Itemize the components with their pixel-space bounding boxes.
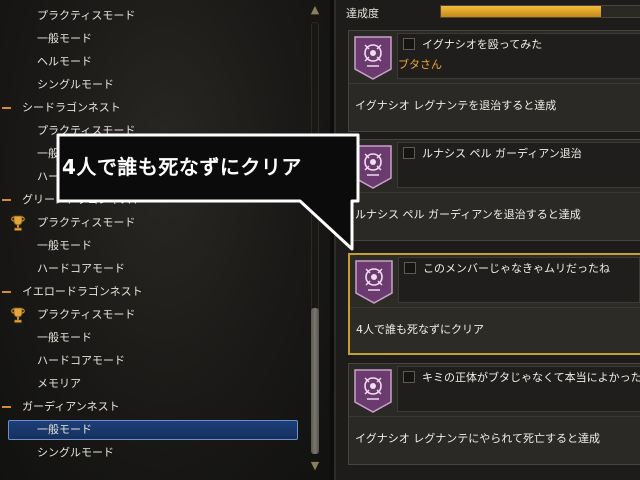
tree-item-label: ハードコアモード xyxy=(37,354,125,367)
tree-item-mode[interactable]: シングルモード xyxy=(0,74,300,96)
tree-item-label: ヘルモード xyxy=(37,55,92,68)
tree-item-mode[interactable]: 一般モード xyxy=(0,327,300,349)
achievement-checkbox[interactable] xyxy=(403,38,415,50)
tree-category[interactable]: イエロードラゴンネスト xyxy=(0,281,300,303)
tree-category[interactable]: ガーディアンネスト xyxy=(0,396,300,418)
progress-bar xyxy=(440,5,640,18)
achievement-emblem-icon xyxy=(353,35,393,81)
tree-item-mode[interactable]: ハードコアモード xyxy=(0,350,300,372)
achievement-checkbox[interactable] xyxy=(403,147,415,159)
achievement-description: イグナシオ レグナンテを退治すると達成 xyxy=(349,83,640,127)
achievement-description: イグナシオ レグナンテにやられて死亡すると達成 xyxy=(349,416,640,460)
tree-item-label: プラクティスモード xyxy=(37,9,136,22)
chevron-down-icon[interactable]: ▼ xyxy=(308,460,322,472)
achievement-card[interactable]: キミの正体がブタじゃなくて本当によかったイグナシオ レグナンテにやられて死亡する… xyxy=(348,363,640,465)
tree-item-label: ハードコアモード xyxy=(37,262,125,275)
tree-item-mode[interactable]: ヘルモード xyxy=(0,51,300,73)
achievement-header: イグナシオを殴ってみたブタさん xyxy=(397,33,640,79)
progress-label: 達成度 xyxy=(346,7,379,20)
tree-item-label: 一般モード xyxy=(37,423,92,436)
achievement-checkbox[interactable] xyxy=(403,371,415,383)
chevron-up-icon[interactable]: ▲ xyxy=(308,4,322,16)
tree-category[interactable]: シードラゴンネスト xyxy=(0,97,300,119)
tree-item-label: メモリア xyxy=(37,377,81,390)
achievement-emblem-icon xyxy=(354,259,394,305)
achievement-reward: ブタさん xyxy=(398,58,442,71)
trophy-icon xyxy=(10,214,26,232)
tree-item-label: イエロードラゴンネスト xyxy=(22,285,143,298)
tree-item-label: ガーディアンネスト xyxy=(22,400,120,413)
tree-item-mode[interactable]: プラクティスモード xyxy=(0,304,300,326)
category-marker xyxy=(2,406,11,408)
achievement-description: 4人で誰も死なずにクリア xyxy=(350,307,640,351)
achievement-header: キミの正体がブタじゃなくて本当によかった xyxy=(397,366,640,412)
callout-tooltip: 4人で誰も死なずにクリア xyxy=(56,133,360,251)
category-marker xyxy=(2,199,11,201)
tree-item-mode[interactable]: プラクティスモード xyxy=(0,5,300,27)
achievement-title: イグナシオを殴ってみた xyxy=(422,38,543,51)
tree-item-label: 一般モード xyxy=(37,32,92,45)
achievement-title: ルナシス ペル ガーディアン退治 xyxy=(422,147,582,160)
category-marker xyxy=(2,107,11,109)
achievement-title: キミの正体がブタじゃなくて本当によかった xyxy=(422,371,640,384)
tree-item-mode[interactable]: メモリア xyxy=(0,373,300,395)
trophy-icon xyxy=(10,306,26,324)
tree-item-mode[interactable]: 一般モード xyxy=(0,28,300,50)
achievement-checkbox[interactable] xyxy=(404,262,416,274)
tree-item-label: シングルモード xyxy=(37,78,114,91)
tree-item-mode[interactable]: シングルモード xyxy=(0,442,300,464)
tree-item-label: プラクティスモード xyxy=(37,308,136,321)
achievement-card[interactable]: ルナシス ペル ガーディアン退治ルナシス ペル ガーディアンを退治すると達成 xyxy=(348,139,640,241)
category-marker xyxy=(2,291,11,293)
achievement-card[interactable]: このメンバーじゃなきゃムリだったね 4人で誰も死なずにクリア xyxy=(348,253,640,355)
achievement-panel: 達成度 イグナシオを殴ってみた ブタさん イグナシオ レグナンテを退治すると達成 ルナ… xyxy=(334,0,640,480)
tree-item-mode[interactable]: 一般モード xyxy=(0,419,300,441)
achievement-header: このメンバーじゃなきゃムリだったね xyxy=(398,257,640,303)
scroll-thumb[interactable] xyxy=(311,308,319,454)
tree-item-label: 一般モード xyxy=(37,331,92,344)
callout-text: 4人で誰も死なずにクリア xyxy=(62,155,302,179)
progress-fill xyxy=(441,6,601,17)
achievement-title: このメンバーじゃなきゃムリだったね xyxy=(423,262,610,275)
achievement-description: ルナシス ペル ガーディアンを退治すると達成 xyxy=(349,192,640,236)
tree-item-label: シングルモード xyxy=(37,446,114,459)
achievement-card[interactable]: イグナシオを殴ってみたブタさんイグナシオ レグナンテを退治すると達成 xyxy=(348,30,640,132)
achievement-emblem-icon xyxy=(353,368,393,414)
tree-item-mode[interactable]: ハードコアモード xyxy=(0,258,300,280)
tree-item-label: シードラゴンネスト xyxy=(22,101,121,114)
achievement-header: ルナシス ペル ガーディアン退治 xyxy=(397,142,640,188)
